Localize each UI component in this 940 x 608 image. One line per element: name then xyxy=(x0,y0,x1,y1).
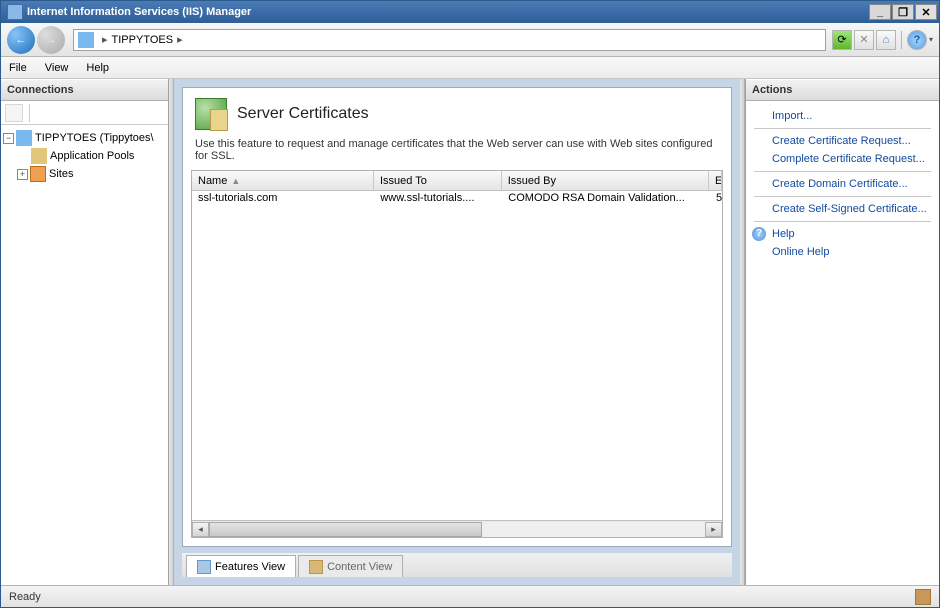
action-create-domain-cert[interactable]: Create Domain Certificate... xyxy=(750,175,935,193)
certificates-grid: Name ▲ Issued To Issued By Expiration D s… xyxy=(191,170,723,538)
expand-icon[interactable]: + xyxy=(17,169,28,180)
cell-issued-by: COMODO RSA Domain Validation... xyxy=(502,191,710,209)
chevron-right-icon: ▸ xyxy=(177,33,183,46)
back-button[interactable]: ← xyxy=(7,26,35,54)
sort-asc-icon: ▲ xyxy=(231,176,240,186)
separator xyxy=(754,171,931,172)
scroll-left-icon[interactable]: ◂ xyxy=(192,522,209,537)
col-issued-by-label: Issued By xyxy=(508,175,556,187)
stop-icon[interactable]: ✕ xyxy=(854,30,874,50)
forward-button[interactable]: → xyxy=(37,26,65,54)
col-name-label: Name xyxy=(198,175,227,187)
scroll-right-icon[interactable]: ▸ xyxy=(705,522,722,537)
menu-bar: File View Help xyxy=(1,57,939,79)
chevron-right-icon: ▸ xyxy=(102,33,108,46)
toolbar-separator xyxy=(901,31,902,49)
action-import[interactable]: Import... xyxy=(750,107,935,125)
tab-features-label: Features View xyxy=(215,561,285,573)
grid-body: ssl-tutorials.com www.ssl-tutorials.... … xyxy=(192,191,722,520)
col-issued-to-label: Issued To xyxy=(380,175,427,187)
col-expiration-label: Expiration D xyxy=(715,175,722,187)
action-create-cert-request[interactable]: Create Certificate Request... xyxy=(750,132,935,150)
cell-name: ssl-tutorials.com xyxy=(192,191,374,209)
separator xyxy=(754,221,931,222)
connections-toolbar xyxy=(1,101,168,125)
restore-button[interactable]: ❐ xyxy=(892,4,914,20)
action-complete-cert-request[interactable]: Complete Certificate Request... xyxy=(750,150,935,168)
title-bar: Internet Information Services (IIS) Mana… xyxy=(1,1,939,23)
menu-file[interactable]: File xyxy=(9,62,27,74)
actions-header: Actions xyxy=(746,79,939,101)
cell-issued-to: www.ssl-tutorials.... xyxy=(374,191,502,209)
certificates-icon xyxy=(195,98,227,130)
view-tabs: Features View Content View xyxy=(182,553,732,577)
minimize-button[interactable]: _ xyxy=(869,4,891,20)
collapse-icon[interactable]: − xyxy=(3,133,14,144)
tree-node-app-pools[interactable]: Application Pools xyxy=(3,147,166,165)
connections-panel: Connections − TIPPYTOES (Tippytoes\ Appl… xyxy=(1,79,169,585)
nav-bar: ← → ▸ TIPPYTOES ▸ ⟳ ✕ ⌂ ? ▾ xyxy=(1,23,939,57)
separator xyxy=(754,128,931,129)
content-header: Server Certificates xyxy=(183,88,731,134)
help-dropdown-icon[interactable]: ▾ xyxy=(929,35,933,44)
page-title: Server Certificates xyxy=(237,105,369,123)
window-title: Internet Information Services (IIS) Mana… xyxy=(27,6,251,18)
body: Connections − TIPPYTOES (Tippytoes\ Appl… xyxy=(1,79,939,585)
refresh-icon[interactable]: ⟳ xyxy=(832,30,852,50)
scroll-track[interactable] xyxy=(209,522,705,537)
help-icon[interactable]: ? xyxy=(907,30,927,50)
config-icon[interactable] xyxy=(915,589,931,605)
breadcrumb-server: TIPPYTOES xyxy=(112,34,174,46)
horizontal-scrollbar[interactable]: ◂ ▸ xyxy=(192,520,722,537)
cell-expiration: 5/25/2016 xyxy=(710,191,722,209)
tree-sites-label: Sites xyxy=(49,168,73,180)
separator xyxy=(754,196,931,197)
tree-node-sites[interactable]: + Sites xyxy=(3,165,166,183)
table-row[interactable]: ssl-tutorials.com www.ssl-tutorials.... … xyxy=(192,191,722,209)
col-issued-by[interactable]: Issued By xyxy=(502,171,709,190)
page-description: Use this feature to request and manage c… xyxy=(183,134,731,170)
action-online-help[interactable]: Online Help xyxy=(750,243,935,261)
connect-icon[interactable] xyxy=(5,104,23,122)
col-name[interactable]: Name ▲ xyxy=(192,171,374,190)
toolbar-separator xyxy=(29,104,30,122)
tree-app-pools-label: Application Pools xyxy=(50,150,134,162)
content-card: Server Certificates Use this feature to … xyxy=(182,87,732,547)
col-issued-to[interactable]: Issued To xyxy=(374,171,502,190)
app-icon xyxy=(7,4,23,20)
connections-tree: − TIPPYTOES (Tippytoes\ Application Pool… xyxy=(1,125,168,187)
col-expiration[interactable]: Expiration D xyxy=(709,171,722,190)
sites-icon xyxy=(30,166,46,182)
content-view-icon xyxy=(309,560,323,574)
tab-content-view[interactable]: Content View xyxy=(298,555,403,577)
menu-help[interactable]: Help xyxy=(86,62,109,74)
grid-header: Name ▲ Issued To Issued By Expiration D xyxy=(192,171,722,191)
menu-view[interactable]: View xyxy=(45,62,69,74)
status-bar: Ready xyxy=(1,585,939,607)
close-button[interactable]: ✕ xyxy=(915,4,937,20)
tree-server-label: TIPPYTOES (Tippytoes\ xyxy=(35,132,154,144)
iis-manager-window: Internet Information Services (IIS) Mana… xyxy=(0,0,940,608)
server-icon xyxy=(16,130,32,146)
breadcrumb[interactable]: ▸ TIPPYTOES ▸ xyxy=(73,29,826,51)
features-view-icon xyxy=(197,560,211,574)
server-icon xyxy=(78,32,94,48)
action-create-self-signed[interactable]: Create Self-Signed Certificate... xyxy=(750,200,935,218)
status-text: Ready xyxy=(9,591,41,603)
actions-body: Import... Create Certificate Request... … xyxy=(746,101,939,267)
scroll-thumb[interactable] xyxy=(209,522,482,537)
app-pools-icon xyxy=(31,148,47,164)
actions-panel: Actions Import... Create Certificate Req… xyxy=(745,79,939,585)
connections-header: Connections xyxy=(1,79,168,101)
tab-features-view[interactable]: Features View xyxy=(186,555,296,577)
tree-node-server[interactable]: − TIPPYTOES (Tippytoes\ xyxy=(3,129,166,147)
home-icon[interactable]: ⌂ xyxy=(876,30,896,50)
center-panel: Server Certificates Use this feature to … xyxy=(174,79,740,585)
tab-content-label: Content View xyxy=(327,561,392,573)
action-help[interactable]: Help xyxy=(750,225,935,243)
